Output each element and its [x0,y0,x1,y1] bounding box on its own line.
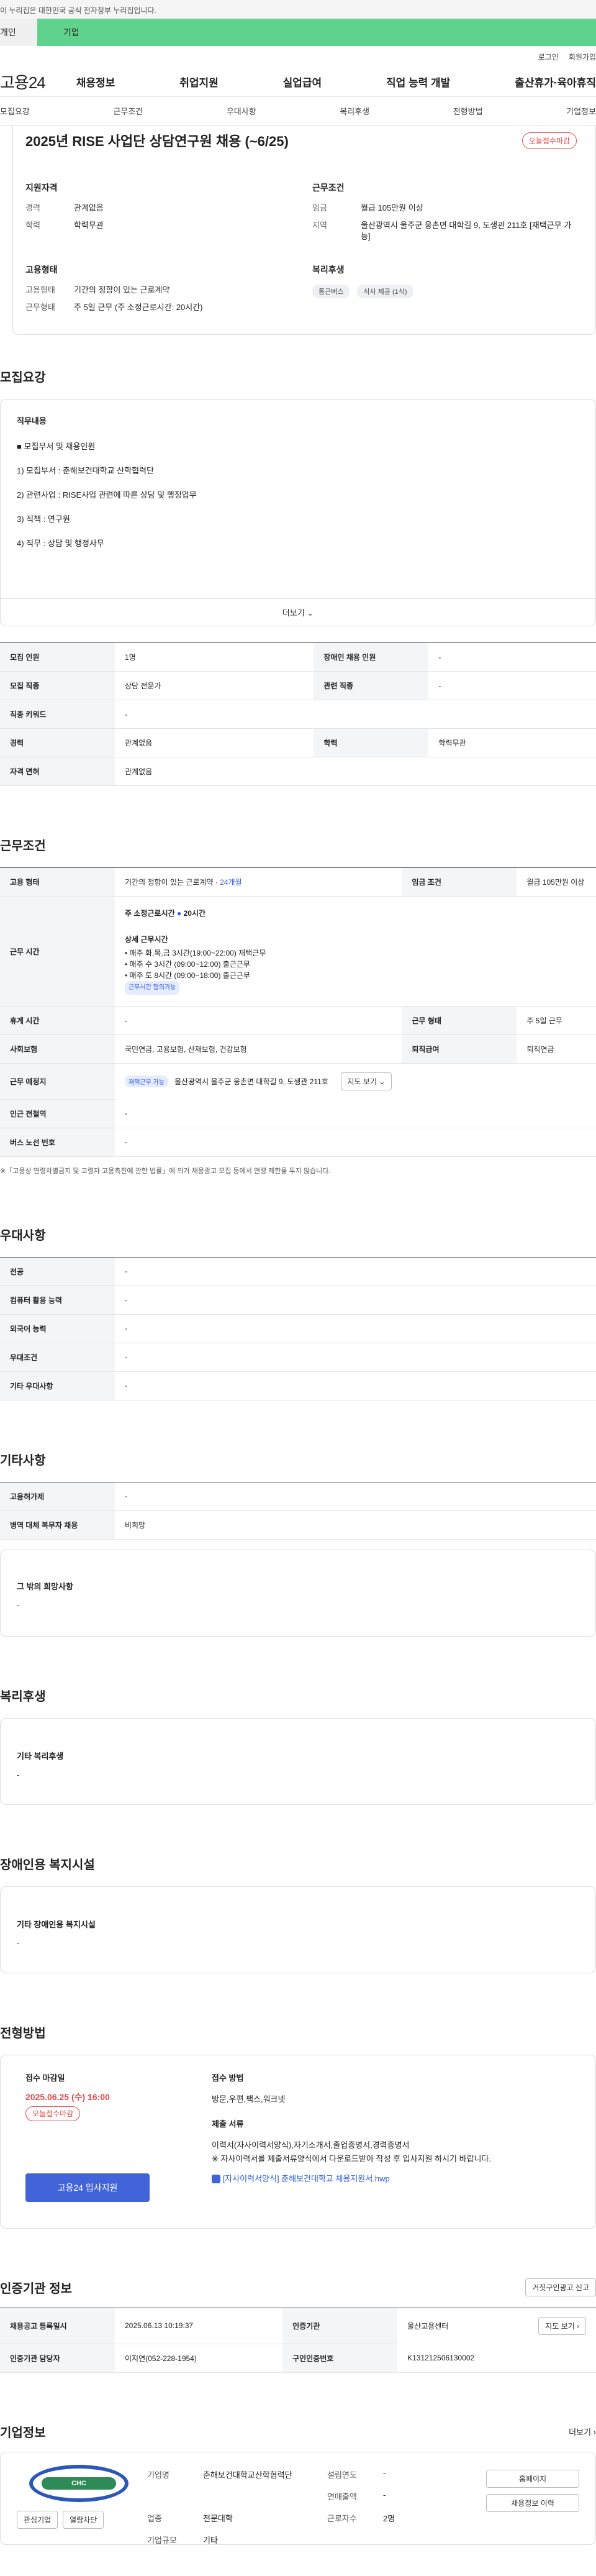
hours-badge: 근무시간 협의가능 [125,981,180,995]
employment-block: 고용형태 고용형태 기간의 정함이 있는 근로계약 근무형태 주 5일 근무 (주 … [25,265,203,312]
job-title: 2025년 RISE 사업단 상담연구원 채용 (~6/25) [25,134,289,149]
tab-pref[interactable]: 우대사항 [227,105,256,117]
table-row: 경력 관계없음 학력 학력무관 [0,728,596,757]
file-icon [212,2175,220,2184]
utility-menu: 로그인 회원가입 [0,46,596,67]
tab-company[interactable]: 기업정보 [566,105,596,117]
fav-company-button[interactable]: 관심기업 [17,2510,58,2529]
table-row: 고용허가제 - [0,1481,596,1511]
etc-wish-box: 그 밖의 희망사항 - [0,1549,596,1637]
company-more-link[interactable]: 더보기 › [569,2426,596,2437]
table-row: 병역 대체 복무자 채용 비희망 [0,1510,596,1540]
site-logo[interactable]: 고용24 [0,70,46,93]
join-link[interactable]: 회원가입 [569,52,596,62]
work-section-title: 근무조건 [0,839,46,853]
company-section-title: 기업정보 [0,2426,46,2440]
pref-section-title: 우대사항 [0,1228,46,1243]
deadline-date: 2025.06.25 (수) 16:00 [25,2091,110,2102]
tab-personal[interactable]: 개인 [0,19,37,46]
apply-button[interactable]: 고용24 입사지원 [25,2173,150,2202]
cert-table: 채용공고 등록일시 2025.06.13 10:19:37 인증기관 울산고용센터… [0,2307,596,2373]
company-logo: CHC [29,2464,129,2502]
apply-box: 접수 마감일 2025.06.25 (수) 16:00 오늘접수마감 고용24 … [0,2054,596,2229]
table-row: 인증기관 담당자 이지연(052-228-1954) 구인인증번호 K1312125… [0,2344,596,2373]
table-row: 모집 인원 1명 장애인 채용 인원 - [0,642,596,672]
tab-welfare[interactable]: 복리후생 [340,105,369,117]
gnb-item-training[interactable]: 직업 능력 개발 [386,74,450,89]
cert-section-title: 인증기관 정보 [0,2281,72,2296]
block-company-button[interactable]: 열람차단 [63,2510,104,2529]
tab-recruit[interactable]: 모집요강 [0,105,30,117]
apply-section-title: 전형방법 [0,2026,46,2040]
etc-table: 고용허가제 - 병역 대체 복무자 채용 비희망 [0,1481,596,1540]
table-row: 기타 우대사항 - [0,1371,596,1400]
recruit-detail-box: 직무내용 ■ 모집부서 및 채용인원 1) 모집부서 : 춘해보건대학교 산학협… [0,399,596,626]
homepage-button[interactable]: 홈페이지 [486,2469,579,2488]
table-row: 우대조건 - [0,1343,596,1372]
table-row: 근무 시간 주 소정근로시간 ● 20시간 상세 근무시간 • 매주 화,목,금… [0,896,596,1007]
gnb-item-support[interactable]: 취업지원 [179,74,219,89]
table-row: 고용 형태 기간의 정함이 있는 근로계약 · 24개월 임금 조건 월급 10… [0,867,596,897]
qualification-block: 지원자격 경력 관계없음 학력 학력무관 [25,183,104,230]
table-row: 모집 직종 상담 전문가 관련 직종 - [0,671,596,700]
table-row: 자격 면허 관계없음 [0,757,596,786]
table-row: 근무 예정지 재택근무 가능 울산광역시 울주군 웅촌면 대학길 9, 도생관 … [0,1063,596,1100]
report-button[interactable]: 거짓구인광고 신고 [525,2278,596,2296]
more-button[interactable]: 더보기 ⌄ [1,598,595,626]
cert-map-button[interactable]: 지도 보기 › [538,2317,586,2335]
welfare-box: 기타 복리후생 - [0,1717,596,1805]
pref-table: 전공 - 컴퓨터 활용 능력 - 외국어 능력 - 우대조건 - 기타 우대사항 - [0,1256,596,1400]
company-box: CHC 관심기업 열람차단 기업명 춘해보건대학교산학협력단 설립연도 - 연매출액… [0,2451,596,2545]
welfare-block: 복리후생 통근버스 식사 제공 (1식) [312,263,577,319]
table-row: 휴게 시간 - 근무 형태 주 5일 근무 [0,1006,596,1035]
section-tabs: 모집요강 근무조건 우대사항 복리후생 전형방법 기업정보 [0,97,596,126]
tab-work[interactable]: 근무조건 [113,105,143,117]
gnb-item-jobs[interactable]: 채용정보 [76,74,115,89]
recruit-table: 모집 인원 1명 장애인 채용 인원 - 모집 직종 상담 전문가 관련 직종 - 직종 키… [0,642,596,786]
condition-block: 근무조건 임금 월급 105만원 이상 지역 울산광역시 울주군 웅촌면 대학길 9… [312,183,572,241]
welfare-chip: 통근버스 [312,285,350,298]
table-row: 인근 전철역 - [0,1099,596,1128]
file-download-link[interactable]: [자사이력서양식] 춘해보건대학교 채용지원서.hwp [223,2174,390,2183]
welfare-section-title: 복리후생 [0,1689,46,1704]
tab-company[interactable]: 기업 [37,19,596,46]
work-table: 고용 형태 기간의 정함이 있는 근로계약 · 24개월 임금 조건 월급 10… [0,867,596,1157]
deadline-badge: 오늘접수마감 [522,132,577,149]
welfare-chip: 식사 제공 (1식) [357,285,413,298]
table-row: 외국어 능력 - [0,1314,596,1343]
gnb-item-leave[interactable]: 출산휴가·육아휴직 [515,74,596,89]
etc-section-title: 기타사항 [0,1453,46,1468]
disabled-section-title: 장애인용 복지시설 [0,1858,95,1872]
recruit-section-title: 모집요강 [0,371,46,385]
global-nav: 고용24 채용정보 취업지원 실업급여 직업 능력 개발 출산휴가·육아휴직 [0,67,596,97]
job-summary-card: 2025년 RISE 사업단 상담연구원 채용 (~6/25) 오늘접수마감 지… [12,126,596,335]
user-type-tabs: 개인 기업 [0,19,596,46]
table-row: 사회보험 국민연금, 고용보험, 산재보험, 건강보험 퇴직급여 퇴직연금 [0,1035,596,1064]
table-row: 채용공고 등록일시 2025.06.13 10:19:37 인증기관 울산고용센터… [0,2307,596,2344]
table-row: 직종 키워드 - [0,700,596,729]
age-note: ※「고용상 연령차별금지 및 고령자 고용촉진에 관한 법률」에 의거 채용광고… [0,1167,331,1175]
table-row: 버스 노선 번호 - [0,1128,596,1157]
login-link[interactable]: 로그인 [538,52,559,62]
gnb-menu: 채용정보 취업지원 실업급여 직업 능력 개발 출산휴가·육아휴직 [76,74,596,89]
job-history-button[interactable]: 채용정보 이력 [486,2493,579,2512]
table-row: 컴퓨터 활용 능력 - [0,1286,596,1315]
map-button[interactable]: 지도 보기 ⌄ [340,1072,392,1090]
tab-apply[interactable]: 전형방법 [453,105,483,117]
gnb-item-benefit[interactable]: 실업급여 [283,74,322,89]
table-row: 전공 - [0,1256,596,1286]
gov-banner: 이 누리집은 대한민국 공식 전자정부 누리집입니다. [0,0,596,19]
disabled-box: 기타 장애인용 복지시설 - [0,1886,596,1973]
